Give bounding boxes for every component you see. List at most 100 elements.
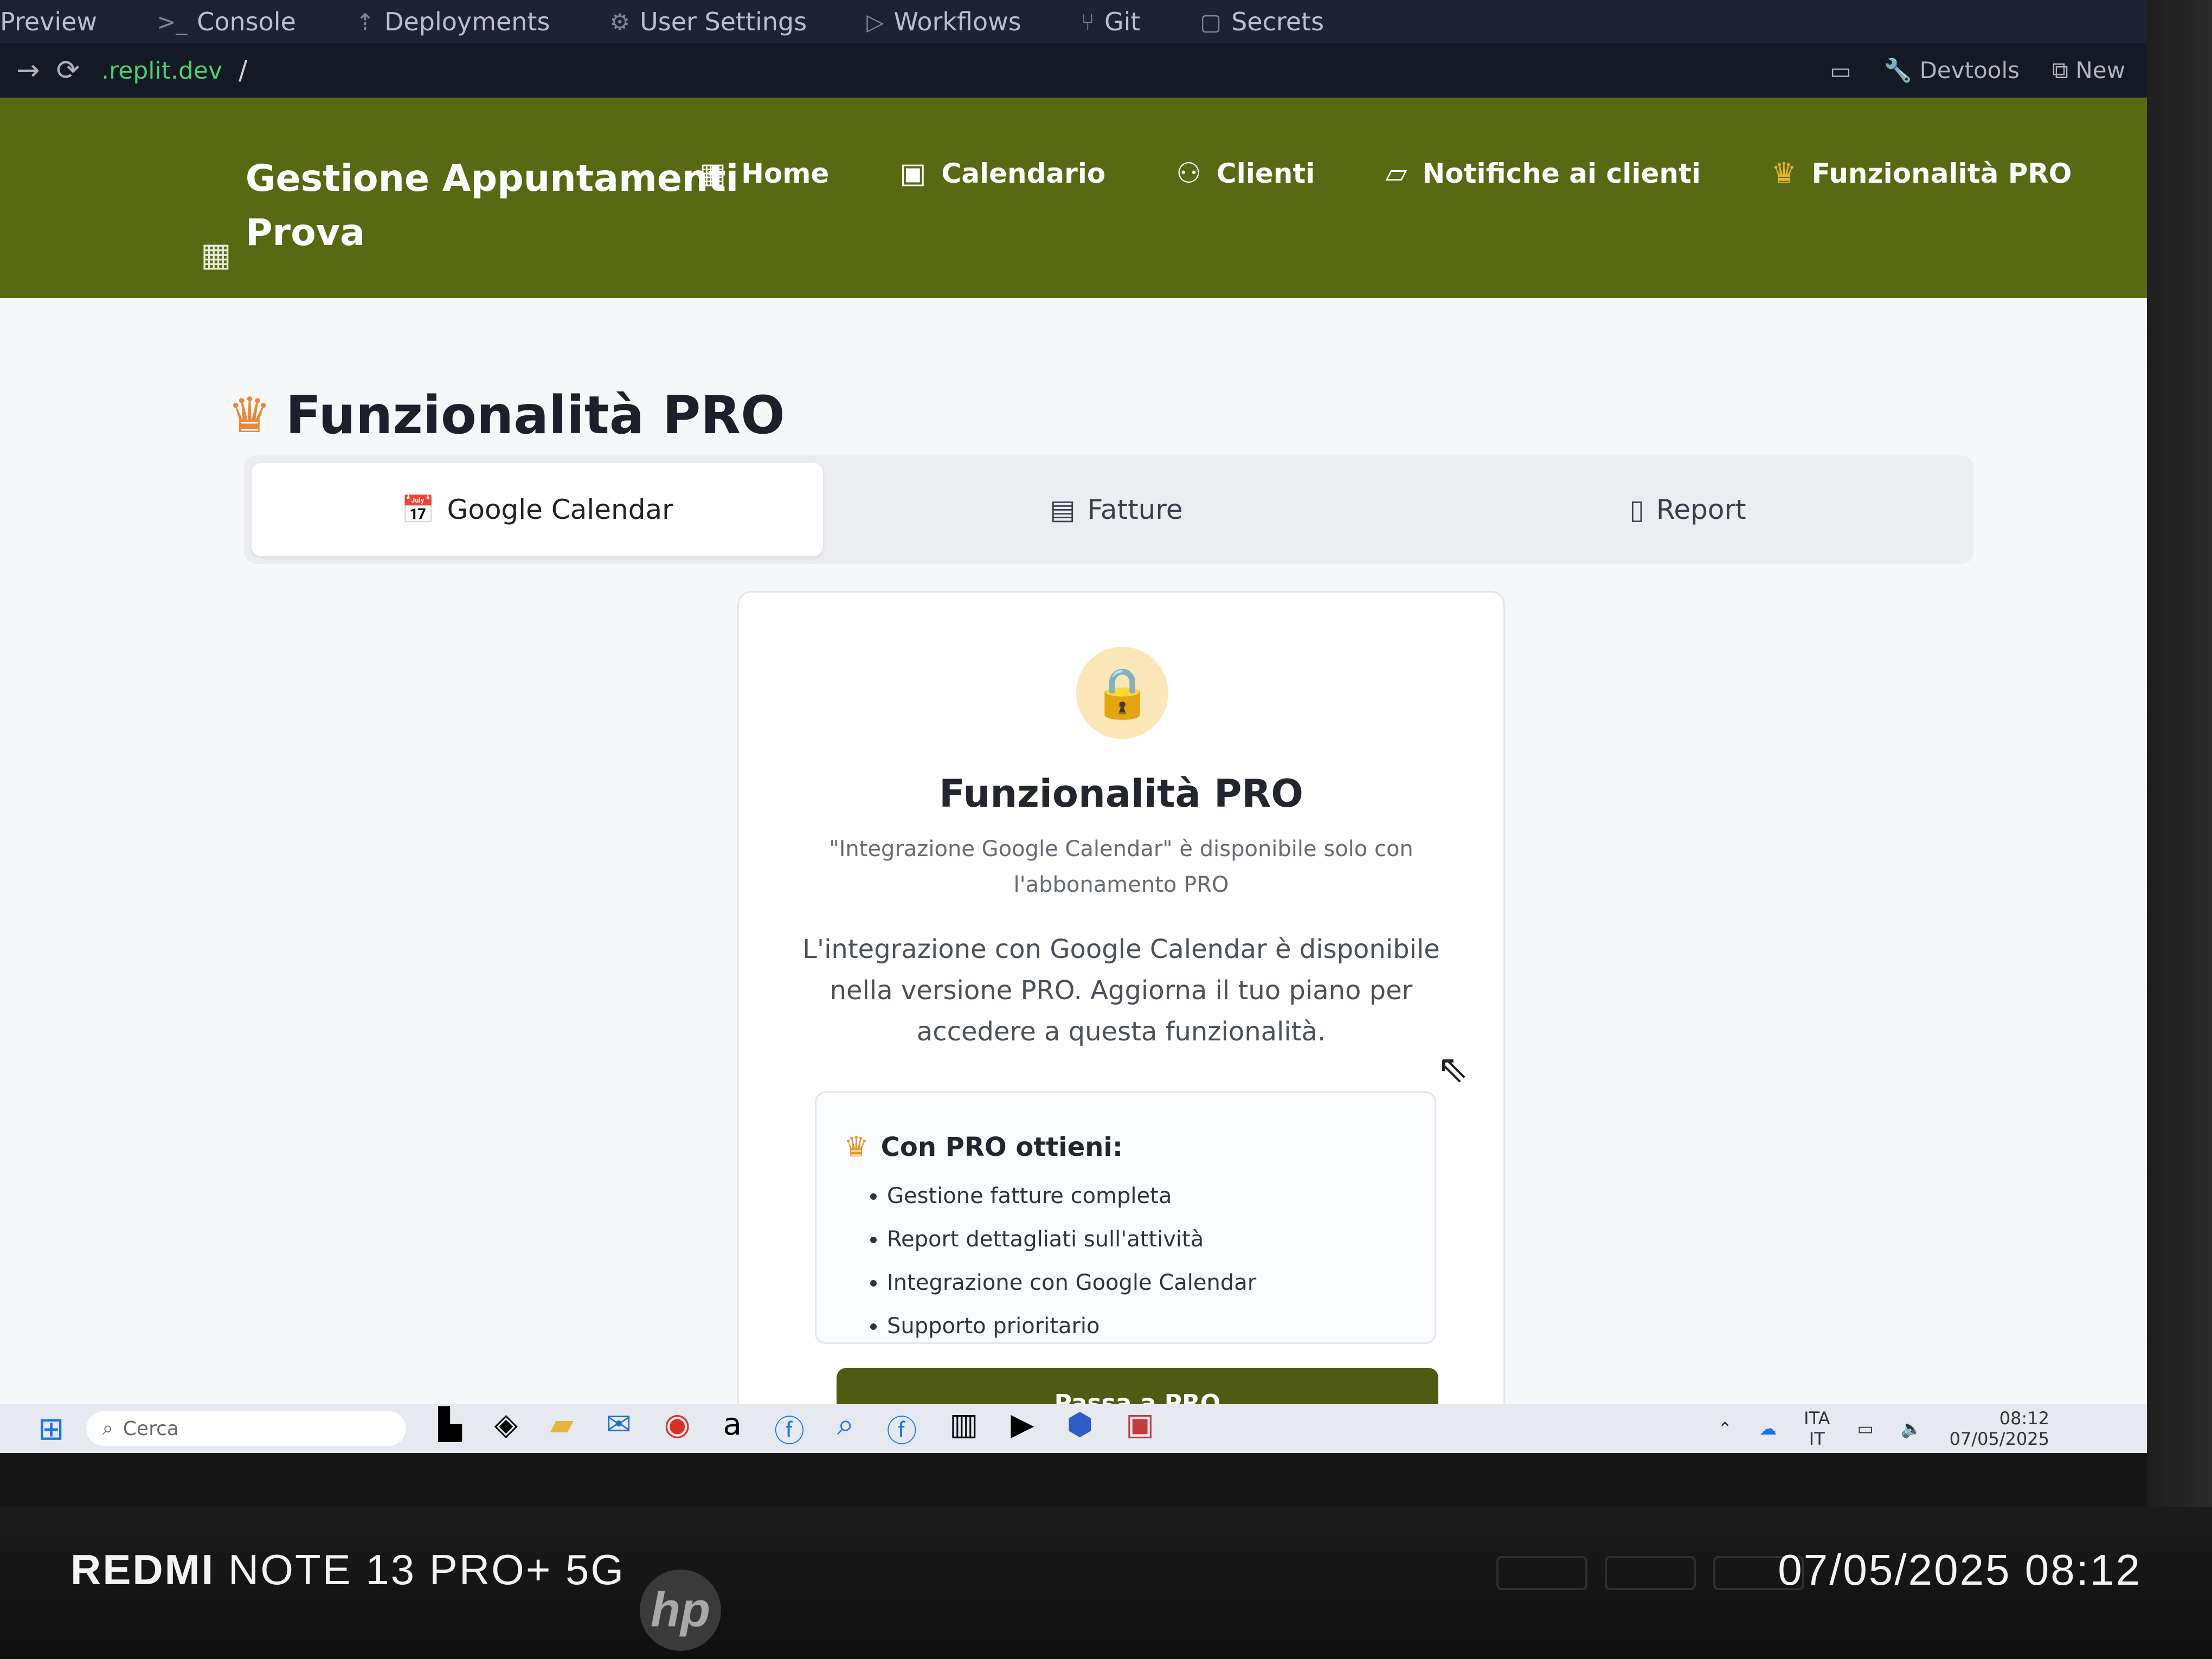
address-bar: → ⟳ .replit.dev / ▭ 🔧 Devtools ⧉ New xyxy=(0,43,2147,98)
reload-icon[interactable]: ⟳ xyxy=(56,54,80,87)
nav-label: Notifiche ai clienti xyxy=(1422,158,1701,189)
monitor-button xyxy=(1605,1556,1696,1590)
benefits-heading: ♛ Con PRO ottieni: xyxy=(844,1131,1123,1163)
nav-clienti[interactable]: ⚇ Clienti xyxy=(1176,157,1315,190)
pro-upsell-card: 🔒 Funzionalità PRO "Integrazione Google … xyxy=(737,591,1505,1453)
3cx-icon[interactable]: ▣ xyxy=(1126,1407,1154,1451)
list-item: Gestione fatture completa xyxy=(887,1174,1256,1218)
facebook-icon[interactable]: ⓕ xyxy=(774,1407,805,1451)
monitor-button xyxy=(1496,1556,1587,1590)
tab-label: Git xyxy=(1104,7,1141,36)
git-icon: ⑂ xyxy=(1081,8,1095,35)
photo-timestamp: 07/05/2025 08:12 xyxy=(1778,1546,2142,1594)
share-icon[interactable]: ⬢ xyxy=(1066,1407,1093,1451)
cloud-icon[interactable]: ☁ xyxy=(1759,1418,1777,1439)
app-header: ▦ Gestione Appuntamenti Prova ▦ Home ▣ Cal… xyxy=(0,98,2147,298)
clock-time: 08:12 xyxy=(1999,1408,2049,1429)
devtools-button[interactable]: 🔧 Devtools xyxy=(1884,57,2020,84)
grid-icon: ▦ xyxy=(699,157,726,190)
tab-deployments[interactable]: ⇡ Deployments xyxy=(356,7,550,36)
windows-taskbar: ⊞ ⌕ Cerca ▙ ◈ ▰ ✉ ◉ a ⓕ ⌕ ⓕ ▥ ▶ ⬢ ▣ ⌃ ☁ … xyxy=(0,1404,2147,1453)
nav-notifiche[interactable]: ▱ Notifiche ai clienti xyxy=(1385,157,1701,190)
nav-home[interactable]: ▦ Home xyxy=(699,157,829,190)
camera-watermark: REDMI NOTE 13 PRO+ 5G xyxy=(70,1545,625,1594)
terminal-icon: >_ xyxy=(157,8,188,35)
users-icon: ⚇ xyxy=(1176,157,1201,190)
screen: Preview >_ Console ⇡ Deployments ⚙ User Set… xyxy=(0,0,2147,1453)
tab-label: Google Calendar xyxy=(447,494,673,525)
card-title: Funzionalità PRO xyxy=(939,771,1303,816)
new-tab-button[interactable]: ⧉ New xyxy=(2052,57,2125,84)
device-model: NOTE 13 PRO+ 5G xyxy=(228,1546,626,1593)
search-app-icon[interactable]: ⌕ xyxy=(837,1407,854,1451)
m365-icon[interactable]: ◈ xyxy=(494,1407,518,1451)
chrome-icon[interactable]: ◉ xyxy=(664,1407,691,1451)
gear-icon: ⚙ xyxy=(609,8,631,35)
page-title-text: Funzionalità PRO xyxy=(285,385,785,446)
brand-line-2: Prova xyxy=(245,211,365,254)
tab-label: Secrets xyxy=(1231,7,1324,36)
tab-report[interactable]: ▯ Report xyxy=(1402,455,1973,564)
message-icon: ▱ xyxy=(1385,157,1407,190)
taskbar-search[interactable]: ⌕ Cerca xyxy=(86,1411,406,1446)
forward-icon[interactable]: → xyxy=(16,54,40,87)
calendar-icon: ▣ xyxy=(899,157,927,190)
tab-fatture[interactable]: ▤ Fatture xyxy=(831,455,1402,564)
list-item: Report dettagliati sull'attività xyxy=(887,1218,1256,1261)
screen-icon[interactable]: ▭ xyxy=(1830,57,1851,84)
wrench-icon: 🔧 xyxy=(1883,57,1913,83)
outlook-icon[interactable]: ✉ xyxy=(606,1407,632,1451)
hp-logo: hp xyxy=(640,1570,721,1651)
windows-start-icon[interactable]: ⊞ xyxy=(38,1410,65,1447)
task-view-icon[interactable]: ▙ xyxy=(439,1407,462,1451)
chevron-up-icon[interactable]: ⌃ xyxy=(1718,1418,1732,1439)
tab-label: Deployments xyxy=(384,7,550,36)
rocket-icon: ⇡ xyxy=(355,8,375,35)
brand[interactable]: ▦ Gestione Appuntamenti Prova xyxy=(201,152,738,282)
devtools-label: Devtools xyxy=(1919,57,2020,83)
tab-label: Report xyxy=(1656,494,1746,525)
crown-icon: ♛ xyxy=(228,387,272,444)
benefits-list: Gestione fatture completa Report dettagl… xyxy=(860,1174,1256,1348)
main-nav: ▦ Home ▣ Calendario ⚇ Clienti ▱ Notifiche ai… xyxy=(699,157,2072,190)
tab-workflows[interactable]: ▷ Workflows xyxy=(866,7,1021,36)
tab-label: Preview xyxy=(0,7,98,36)
network-icon[interactable]: ▭ xyxy=(1857,1418,1873,1439)
brand-title: Gestione Appuntamenti Prova xyxy=(246,152,739,282)
tab-label: Fatture xyxy=(1087,494,1183,525)
receipt-icon: ▤ xyxy=(1050,494,1076,525)
tab-google-calendar[interactable]: 📅 Google Calendar xyxy=(252,463,823,556)
browser-tab-bar: Preview >_ Console ⇡ Deployments ⚙ User Set… xyxy=(0,0,2147,43)
folder-icon[interactable]: ▰ xyxy=(550,1407,574,1451)
taskbar-apps: ▙ ◈ ▰ ✉ ◉ a ⓕ ⌕ ⓕ ▥ ▶ ⬢ ▣ xyxy=(439,1407,1155,1451)
clock[interactable]: 08:12 07/05/2025 xyxy=(1950,1408,2049,1449)
crown-icon: ♛ xyxy=(1771,157,1797,190)
language-indicator[interactable]: ITA IT xyxy=(1804,1408,1830,1449)
nav-calendario[interactable]: ▣ Calendario xyxy=(899,157,1105,190)
file-icon: ▯ xyxy=(1629,494,1644,525)
benefits-title: Con PRO ottieni: xyxy=(880,1132,1123,1162)
tab-secrets[interactable]: ▢ Secrets xyxy=(1200,7,1324,36)
url-path[interactable]: / xyxy=(239,55,247,86)
tab-preview[interactable]: Preview xyxy=(0,7,97,36)
list-item: Supporto prioritario xyxy=(887,1304,1256,1348)
media-icon[interactable]: ▶ xyxy=(1011,1407,1034,1451)
nav-label: Calendario xyxy=(941,158,1106,189)
amazon-icon[interactable]: a xyxy=(723,1407,742,1451)
tab-console[interactable]: >_ Console xyxy=(157,7,296,36)
facebook-icon[interactable]: ⓕ xyxy=(886,1407,917,1451)
tab-label: Console xyxy=(197,7,296,36)
page-title: ♛ Funzionalità PRO xyxy=(228,385,785,446)
url-host[interactable]: .replit.dev xyxy=(101,57,222,85)
card-subtitle: "Integrazione Google Calendar" è disponi… xyxy=(829,837,1413,897)
nav-funzionalita-pro[interactable]: ♛ Funzionalità PRO xyxy=(1771,157,2072,190)
store-icon[interactable]: ▥ xyxy=(949,1407,978,1451)
mouse-cursor-icon: ⇖ xyxy=(1437,1046,1469,1091)
tab-user-settings[interactable]: ⚙ User Settings xyxy=(609,7,807,36)
tab-git[interactable]: ⑂ Git xyxy=(1081,7,1141,36)
clock-date: 07/05/2025 xyxy=(1949,1429,2049,1449)
volume-icon[interactable]: 🔈 xyxy=(1901,1418,1922,1439)
tab-label: Workflows xyxy=(893,7,1021,36)
search-icon: ⌕ xyxy=(102,1417,113,1439)
browser-actions: ▭ 🔧 Devtools ⧉ New xyxy=(1830,43,2125,98)
